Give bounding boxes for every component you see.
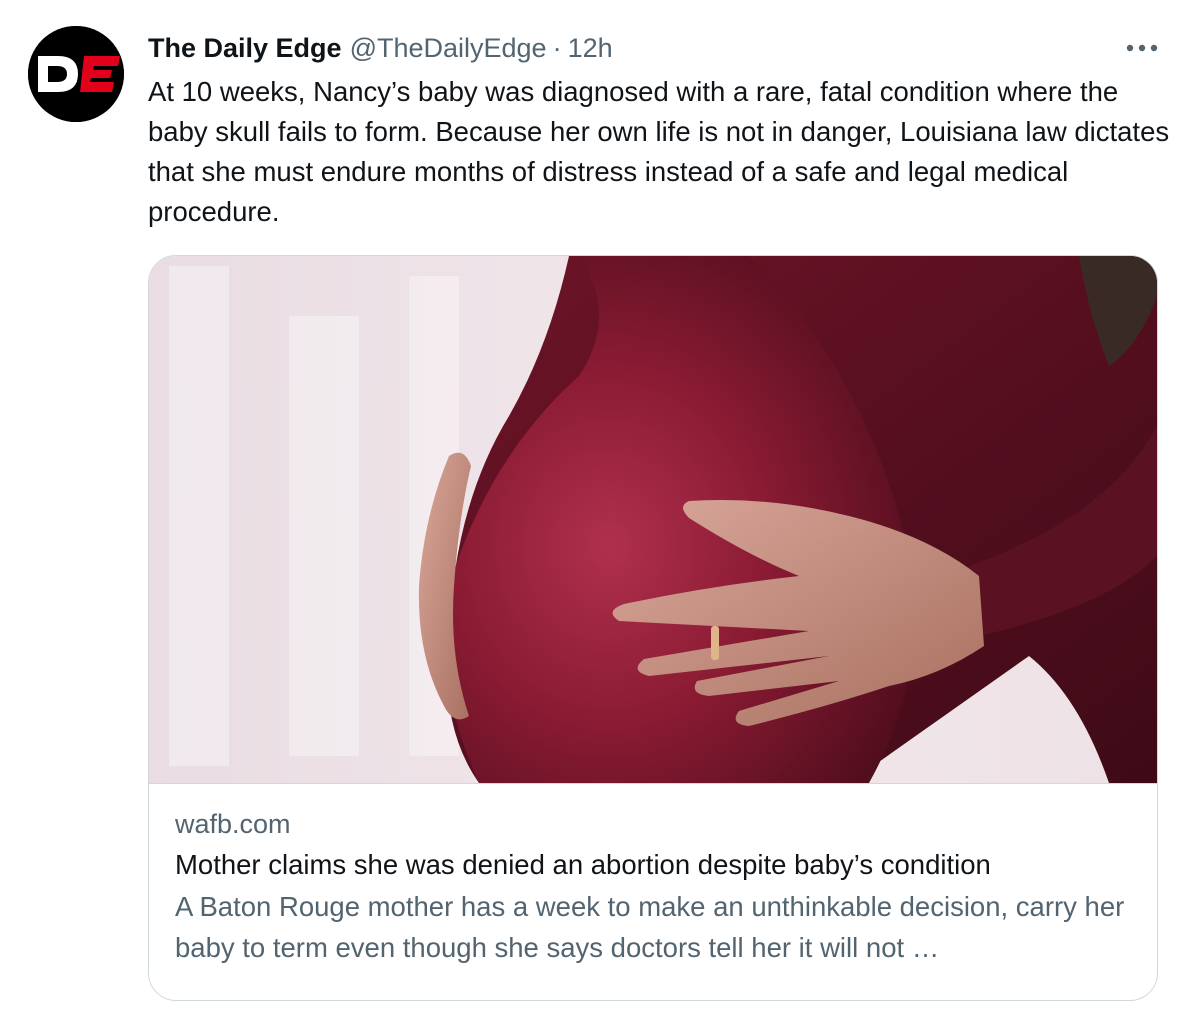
more-horizontal-icon [1126, 44, 1158, 52]
card-domain: wafb.com [175, 809, 291, 839]
link-card[interactable]: wafb.com Mother claims she was denied an… [148, 255, 1158, 1001]
more-options-button[interactable] [1120, 30, 1164, 66]
card-description: A Baton Rouge mother has a week to make … [175, 891, 1125, 963]
daily-edge-logo [28, 26, 124, 122]
card-body[interactable]: wafb.com Mother claims she was denied an… [175, 804, 1135, 968]
tweet-timestamp[interactable]: 12h [568, 28, 613, 68]
tweet[interactable]: The Daily Edge @TheDailyEdge · 12h At 10… [0, 0, 1190, 1010]
card-image[interactable] [149, 256, 1157, 784]
pregnant-woman-photo [149, 256, 1157, 783]
avatar[interactable] [28, 26, 124, 122]
author-name[interactable]: The Daily Edge [148, 28, 342, 68]
separator-dot: · [552, 33, 562, 63]
card-title: Mother claims she was denied an abortion… [175, 849, 991, 880]
tweet-header: The Daily Edge @TheDailyEdge · 12h [148, 28, 613, 68]
author-handle[interactable]: @TheDailyEdge [350, 28, 547, 68]
tweet-text: At 10 weeks, Nancy’s baby was diagnosed … [148, 76, 1170, 227]
